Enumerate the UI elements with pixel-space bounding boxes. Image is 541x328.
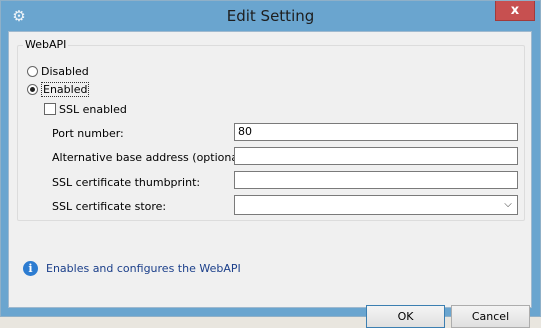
info-text: Enables and configures the WebAPI bbox=[46, 262, 241, 275]
info-icon: i bbox=[23, 261, 38, 276]
dialog-window: ⚙ Edit Setting x WebAPI Disabled Enabled… bbox=[0, 0, 541, 328]
ssl-store-label: SSL certificate store: bbox=[52, 200, 167, 213]
radio-disabled-label: Disabled bbox=[41, 64, 89, 78]
radio-enabled[interactable]: Enabled bbox=[27, 81, 90, 97]
ssl-enabled-label: SSL enabled bbox=[59, 102, 127, 116]
group-title: WebAPI bbox=[23, 38, 69, 51]
dialog-content: WebAPI Disabled Enabled SSL enabled Port… bbox=[8, 31, 532, 328]
radio-enabled-circle[interactable] bbox=[27, 83, 38, 95]
ssl-store-select[interactable]: ⌵ bbox=[234, 195, 518, 215]
ssl-thumbprint-label: SSL certificate thumbprint: bbox=[52, 176, 201, 189]
ssl-enabled-checkbox[interactable] bbox=[44, 103, 56, 115]
port-number-label: Port number: bbox=[52, 127, 124, 140]
port-number-input[interactable]: 80 bbox=[234, 123, 518, 141]
close-button[interactable]: x bbox=[495, 1, 535, 21]
chevron-down-icon[interactable]: ⌵ bbox=[502, 198, 514, 212]
info-row: i Enables and configures the WebAPI bbox=[23, 261, 241, 276]
ssl-enabled-checkbox-row[interactable]: SSL enabled bbox=[44, 102, 127, 116]
radio-disabled[interactable]: Disabled bbox=[27, 64, 89, 78]
ssl-thumbprint-input[interactable] bbox=[234, 171, 518, 189]
alt-base-address-input[interactable] bbox=[234, 147, 518, 165]
alt-base-address-label: Alternative base address (optional): bbox=[52, 151, 250, 164]
window-title: Edit Setting bbox=[226, 7, 315, 25]
title-bar: ⚙ Edit Setting x bbox=[1, 1, 540, 31]
radio-disabled-circle[interactable] bbox=[27, 65, 38, 77]
radio-enabled-label: Enabled bbox=[41, 81, 90, 97]
